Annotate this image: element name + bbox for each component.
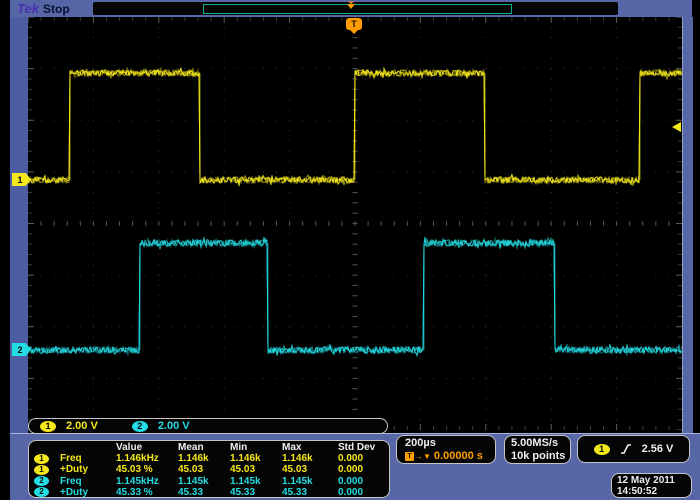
date-value: 12 May 2011 — [617, 475, 691, 486]
trigger-level-value: 2.56 V — [642, 443, 674, 455]
measurement-stddev: 0.000 — [338, 453, 389, 464]
measurement-min: 1.146k — [230, 453, 282, 464]
measurement-row-channel-badge: 1 — [34, 453, 60, 464]
col-header-min: Min — [230, 442, 282, 453]
oscilloscope-screen: Tek Stop T T 1 2 1 2.00 V 2 2.00 V Value… — [0, 0, 700, 500]
measurement-name: +Duty — [60, 464, 116, 475]
channel-scale-bar[interactable]: 1 2.00 V 2 2.00 V — [28, 418, 388, 434]
trigger-position-value: 0.00000 s — [434, 450, 483, 463]
measurement-min: 45.03 — [230, 464, 282, 475]
measurement-name: Freq — [60, 476, 116, 487]
measurement-value: 1.146kHz — [116, 453, 178, 464]
rising-edge-icon — [619, 442, 633, 456]
measurement-name: Freq — [60, 453, 116, 464]
measurement-row-channel-badge: 1 — [34, 464, 60, 475]
measurement-value: 1.145kHz — [116, 476, 178, 487]
trigger-readout[interactable]: 1 2.56 V — [577, 435, 690, 463]
measurement-stddev: 0.000 — [338, 464, 389, 475]
graticule-grid — [28, 17, 682, 430]
acquisition-readout[interactable]: 5.00MS/s 10k points — [504, 435, 571, 464]
left-bezel-strip — [10, 17, 28, 433]
col-header-mean: Mean — [178, 442, 230, 453]
measurement-value: 45.33 % — [116, 487, 178, 498]
col-header-max: Max — [282, 442, 338, 453]
measurement-value: 45.03 % — [116, 464, 178, 475]
measurement-max: 1.145k — [282, 476, 338, 487]
trigger-position-icon: T→▼ — [405, 450, 431, 463]
measurement-mean: 45.33 — [178, 487, 230, 498]
timebase-readout[interactable]: 200µs T→▼ 0.00000 s — [396, 435, 496, 464]
measurement-min: 45.33 — [230, 487, 282, 498]
trigger-position-readout: T→▼ 0.00000 s — [405, 450, 495, 463]
col-header-stddev: Std Dev — [338, 442, 389, 453]
measurement-stddev: 0.000 — [338, 487, 389, 498]
timebase-scale: 200µs — [405, 437, 495, 450]
record-length: 10k points — [511, 450, 570, 463]
col-header-value: Value — [116, 442, 178, 453]
trigger-level-arrow-icon[interactable] — [672, 122, 681, 132]
measurement-row-channel-badge: 2 — [34, 487, 60, 498]
measurement-max: 1.146k — [282, 453, 338, 464]
datetime-readout: 12 May 2011 14:50:52 — [611, 473, 692, 498]
measurements-grid: Value Mean Min Max Std Dev 1Freq1.146kHz… — [34, 442, 389, 498]
measurement-stddev: 0.000 — [338, 476, 389, 487]
channel2-scale: 2.00 V — [158, 420, 190, 432]
measurement-min: 1.145k — [230, 476, 282, 487]
sample-rate: 5.00MS/s — [511, 437, 570, 450]
time-value: 14:50:52 — [617, 486, 691, 497]
channel1-scale: 2.00 V — [66, 420, 98, 432]
record-view-bar[interactable]: T — [93, 2, 618, 15]
channel2-badge: 2 — [132, 421, 148, 432]
trigger-source-badge: 1 — [594, 444, 610, 455]
measurement-row-channel-badge: 2 — [34, 476, 60, 487]
right-bezel-strip — [682, 17, 693, 433]
acquisition-status[interactable]: Stop — [43, 2, 70, 16]
trigger-position-flag-icon[interactable]: T — [346, 18, 362, 30]
channel1-badge: 1 — [40, 421, 56, 432]
measurement-mean: 45.03 — [178, 464, 230, 475]
tek-logo: Tek — [17, 1, 39, 16]
measurement-max: 45.33 — [282, 487, 338, 498]
measurement-mean: 1.146k — [178, 453, 230, 464]
measurement-name: +Duty — [60, 487, 116, 498]
measurement-max: 45.03 — [282, 464, 338, 475]
record-trigger-position-icon: T — [344, 1, 358, 16]
measurements-table: Value Mean Min Max Std Dev 1Freq1.146kHz… — [28, 440, 390, 498]
waveform-graticule[interactable] — [28, 17, 682, 430]
measurement-mean: 1.145k — [178, 476, 230, 487]
top-status-bar: Tek Stop T — [10, 0, 692, 17]
